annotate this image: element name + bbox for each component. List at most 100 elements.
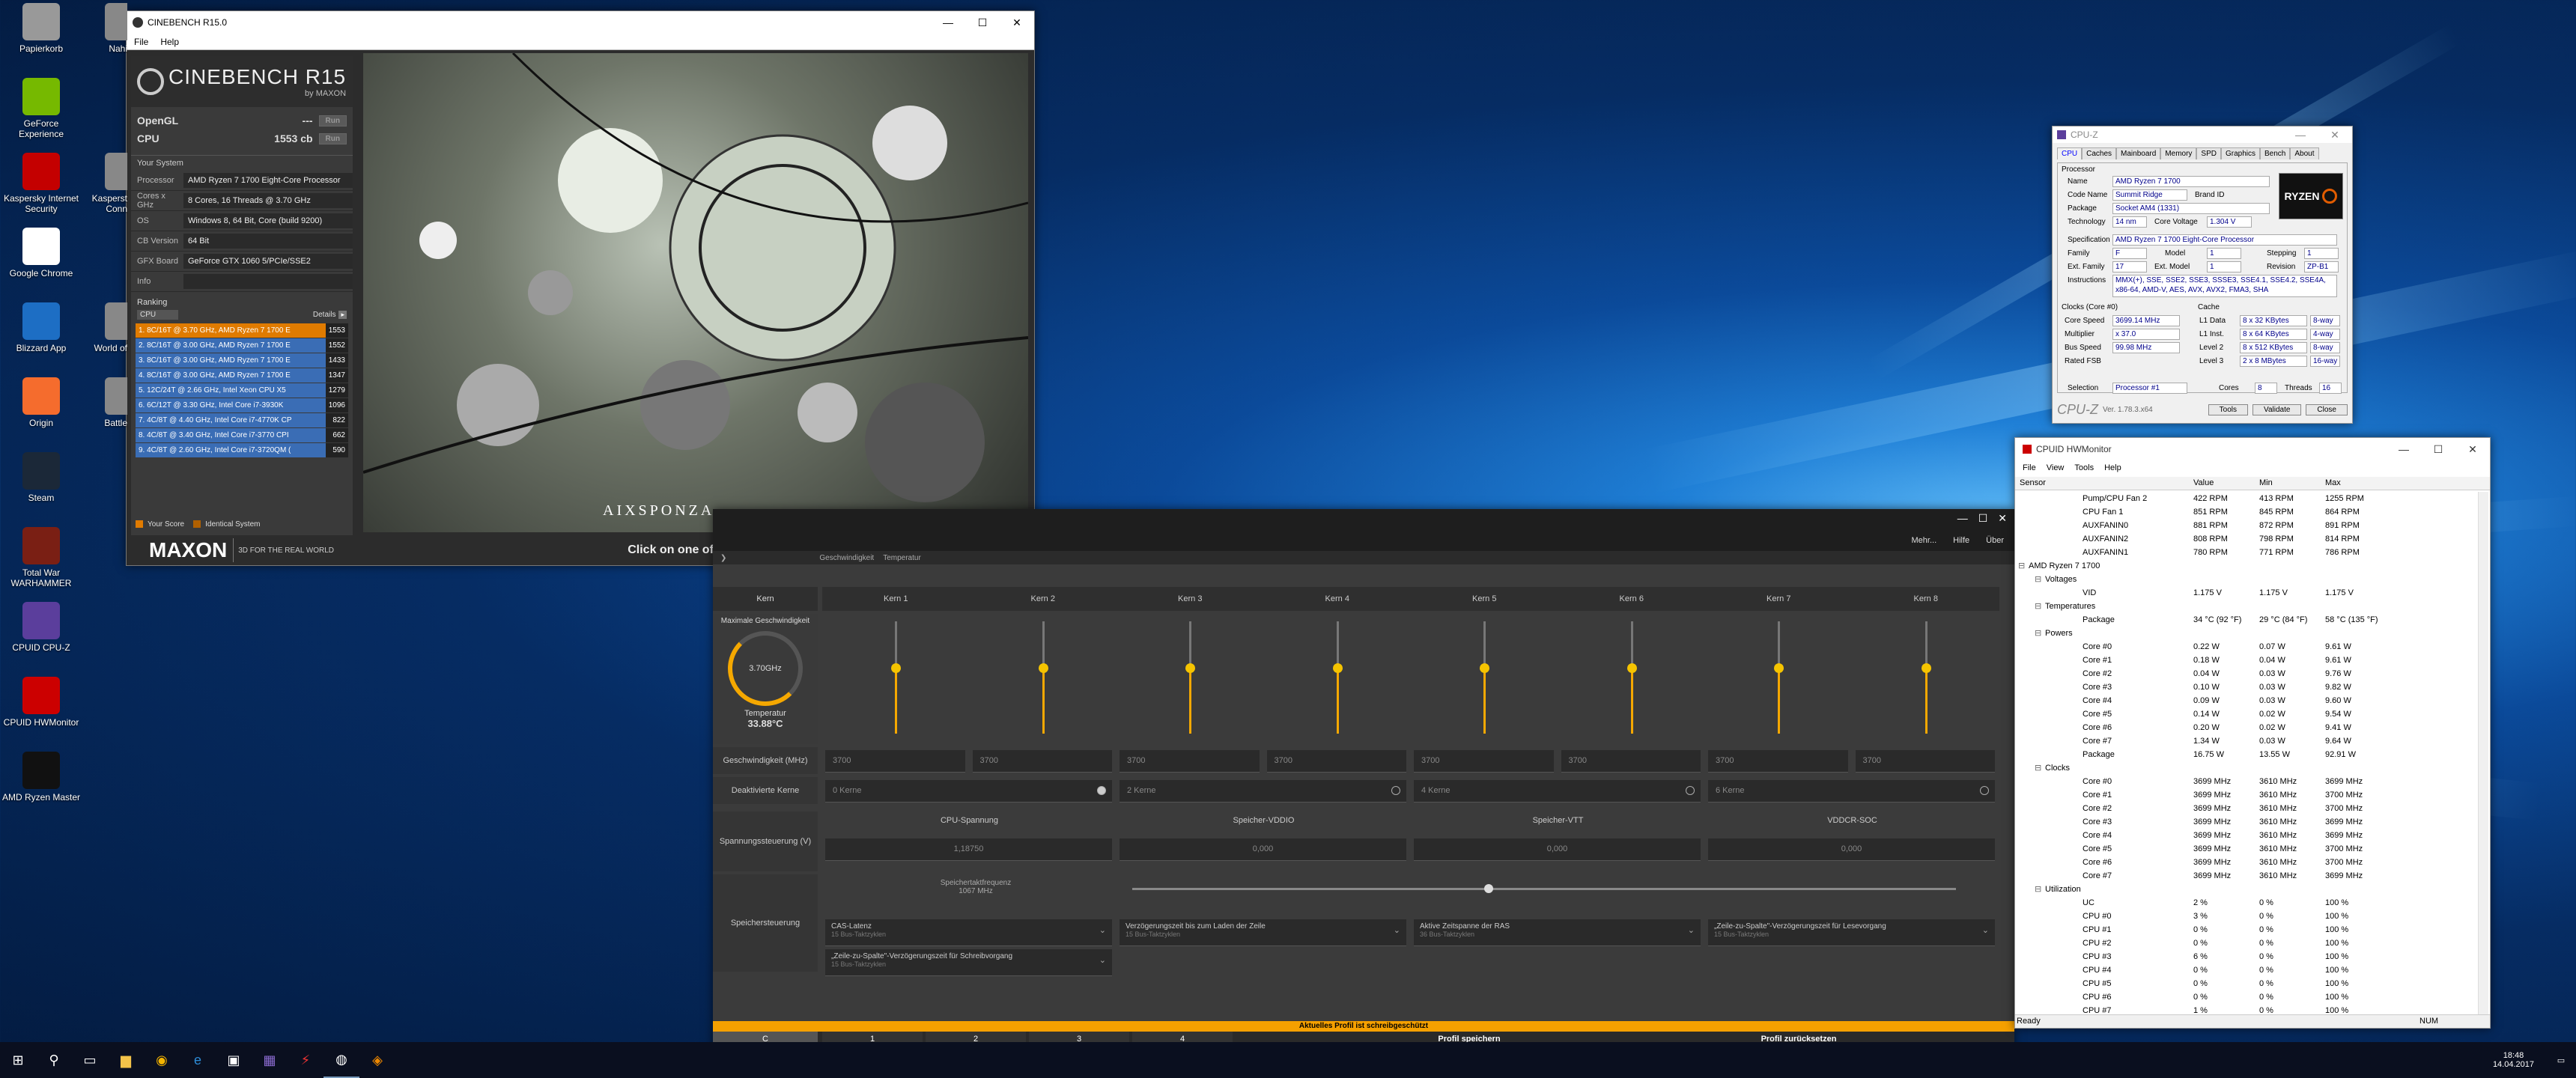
ryzen-master-window[interactable]: — ☐ ✕ Mehr... Hilfe Über ❯ Geschwindigkeit… [713, 509, 2014, 1059]
notification-icon[interactable]: ▭ [2546, 1056, 2576, 1065]
desktop-icon[interactable]: Total War WARHAMMER [0, 527, 82, 588]
maximize-icon[interactable]: ☐ [2421, 443, 2455, 456]
desktop-icon[interactable]: Google Chrome [0, 228, 82, 278]
tab-graphics[interactable]: Graphics [2220, 147, 2260, 159]
sensor-row[interactable]: Core #4 0.09 W 0.03 W 9.60 W [2015, 694, 2479, 707]
sensor-row[interactable]: Core #2 0.04 W 0.03 W 9.76 W [2015, 667, 2479, 680]
desktop-icon[interactable]: Blizzard App [0, 302, 82, 353]
col-sensor[interactable]: Sensor [2020, 478, 2046, 487]
core-speed-slider[interactable] [1185, 621, 1196, 734]
core-speed-input[interactable]: 3700 [1708, 750, 1848, 773]
slider-knob[interactable] [1480, 663, 1490, 673]
minimize-icon[interactable]: — [2283, 129, 2318, 141]
memory-timing-select[interactable]: Verzögerungszeit bis zum Laden der Zeile… [1120, 919, 1406, 946]
desktop-icon[interactable]: Battle [82, 377, 127, 428]
chevron-down-icon[interactable]: ⌄ [1099, 925, 1106, 935]
sensor-row[interactable]: Core #1 3699 MHz 3610 MHz 3700 MHz [2015, 788, 2479, 802]
tab-spd[interactable]: SPD [2196, 147, 2221, 159]
details-button[interactable]: Details [313, 311, 336, 319]
sensor-row[interactable]: Package 16.75 W 13.55 W 92.91 W [2015, 748, 2479, 761]
sensor-row[interactable]: Core #4 3699 MHz 3610 MHz 3699 MHz [2015, 829, 2479, 842]
slider-knob[interactable] [1921, 663, 1931, 673]
core-speed-slider[interactable] [1480, 621, 1490, 734]
tree-toggle-icon[interactable]: ⊟ [2035, 627, 2041, 640]
sensor-row[interactable]: ⊟ Temperatures [2015, 600, 2479, 613]
desktop-icon[interactable]: CPUID HWMonitor [0, 677, 82, 728]
more-link[interactable]: Mehr... [1912, 536, 1937, 545]
slider-knob[interactable] [1332, 663, 1343, 673]
ranking-row[interactable]: 6. 6C/12T @ 3.30 GHz, Intel Core i7-3930… [136, 398, 348, 412]
explorer-icon[interactable]: ▆ [108, 1042, 144, 1078]
sensor-row[interactable]: VID 1.175 V 1.175 V 1.175 V [2015, 586, 2479, 600]
close-icon[interactable]: ✕ [2455, 443, 2490, 456]
memory-timing-select[interactable]: Aktive Zeitspanne der RAS 36 Bus-Taktzykl… [1414, 919, 1701, 946]
ranking-row[interactable]: 2. 8C/16T @ 3.00 GHz, AMD Ryzen 7 1700 E… [136, 338, 348, 353]
disabled-cores-option[interactable]: 0 Kerne [825, 780, 1112, 803]
sensor-row[interactable]: Core #7 3699 MHz 3610 MHz 3699 MHz [2015, 869, 2479, 883]
memory-clock-slider[interactable] [1132, 884, 1956, 893]
cpuz-titlebar[interactable]: CPU-Z — ✕ [2053, 127, 2352, 143]
memory-timing-select[interactable]: CAS-Latenz 15 Bus-Taktzyklen ⌄ [825, 919, 1112, 946]
core-speed-input[interactable]: 3700 [1266, 750, 1406, 773]
desktop-icon[interactable]: Kaspersky Internet Security [0, 153, 82, 214]
sensor-row[interactable]: ⊟ Utilization [2015, 883, 2479, 896]
sensor-row[interactable]: CPU #7 1 % 0 % 100 % [2015, 1004, 2479, 1014]
memory-timing-select[interactable]: „Zeile-zu-Spalte"-Verzögerungszeit für L… [1708, 919, 1995, 946]
start-windows-icon[interactable]: ⊞ [0, 1042, 36, 1078]
maximize-icon[interactable]: ☐ [965, 16, 1000, 29]
menu-file[interactable]: File [134, 37, 148, 47]
sensor-row[interactable]: Package 34 °C (92 °F) 29 °C (84 °F) 58 °C (… [2015, 613, 2479, 627]
sensor-row[interactable]: ⊟ AMD Ryzen 7 1700 [2015, 559, 2479, 573]
sensor-row[interactable]: CPU #6 0 % 0 % 100 % [2015, 990, 2479, 1004]
col-min[interactable]: Min [2259, 478, 2273, 487]
close-button[interactable]: Close [2306, 404, 2348, 415]
menu-tools[interactable]: Tools [2074, 463, 2094, 472]
core-speed-input[interactable]: 3700 [1561, 750, 1701, 773]
minimize-icon[interactable]: — [2387, 443, 2421, 455]
desktop-icon[interactable]: Steam [0, 452, 82, 503]
chevron-down-icon[interactable]: ⌄ [1099, 955, 1106, 965]
store-icon[interactable]: ▣ [216, 1042, 252, 1078]
sensor-row[interactable]: Core #6 0.20 W 0.02 W 9.41 W [2015, 721, 2479, 734]
desktop-icon[interactable]: CPUID CPU-Z [0, 602, 82, 653]
ranking-row[interactable]: 5. 12C/24T @ 2.66 GHz, Intel Xeon CPU X5… [136, 383, 348, 398]
core-speed-input[interactable]: 3700 [825, 750, 965, 773]
sensor-row[interactable]: CPU #5 0 % 0 % 100 % [2015, 977, 2479, 990]
tab-speed[interactable]: Geschwindigkeit [819, 554, 874, 562]
sensor-row[interactable]: AUXFANIN0 881 RPM 872 RPM 891 RPM [2015, 519, 2479, 532]
tree-toggle-icon[interactable]: ⊟ [2018, 559, 2025, 573]
cinebench-window[interactable]: CINEBENCH R15.0 — ☐ ✕ File Help CINEBENC… [126, 10, 1035, 566]
tab-caches[interactable]: Caches [2082, 147, 2117, 159]
core-speed-slider[interactable] [891, 621, 902, 734]
tab-cpu[interactable]: CPU [2057, 147, 2083, 159]
disabled-cores-option[interactable]: 2 Kerne [1120, 780, 1406, 803]
ranking-row[interactable]: 4. 8C/16T @ 3.00 GHz, AMD Ryzen 7 1700 E… [136, 368, 348, 383]
validate-button[interactable]: Validate [2253, 404, 2302, 415]
menu-file[interactable]: File [2023, 463, 2036, 472]
core-speed-slider[interactable] [1332, 621, 1343, 734]
ranking-row[interactable]: 8. 4C/8T @ 3.40 GHz, Intel Core i7-3770 … [136, 428, 348, 442]
sensor-row[interactable]: Core #0 3699 MHz 3610 MHz 3699 MHz [2015, 775, 2479, 788]
radio-icon[interactable] [1980, 786, 1989, 795]
sensor-row[interactable]: Core #2 3699 MHz 3610 MHz 3700 MHz [2015, 802, 2479, 815]
tree-toggle-icon[interactable]: ⊟ [2035, 883, 2041, 896]
voltage-input[interactable]: 1,18750 [825, 838, 1112, 861]
sensor-row[interactable]: Core #5 3699 MHz 3610 MHz 3700 MHz [2015, 842, 2479, 856]
chevron-down-icon[interactable]: ⌄ [1688, 925, 1695, 935]
sensor-row[interactable]: Core #0 0.22 W 0.07 W 9.61 W [2015, 640, 2479, 654]
menu-view[interactable]: View [2047, 463, 2065, 472]
sensor-row[interactable]: ⊟ Voltages [2015, 573, 2479, 586]
core-speed-input[interactable]: 3700 [1414, 750, 1554, 773]
ranking-row[interactable]: 3. 8C/16T @ 3.00 GHz, AMD Ryzen 7 1700 E… [136, 353, 348, 368]
hwmonitor-taskbar-icon[interactable]: ⚡ [288, 1042, 323, 1078]
cpu-run-button[interactable]: Run [318, 133, 347, 144]
radio-icon[interactable] [1391, 786, 1400, 795]
search-icon[interactable]: ⚲ [36, 1042, 72, 1078]
sensor-row[interactable]: CPU #4 0 % 0 % 100 % [2015, 963, 2479, 977]
scrollbar[interactable] [2478, 492, 2488, 1014]
cinebench-taskbar-icon[interactable]: ◍ [323, 1042, 359, 1078]
sensor-row[interactable]: AUXFANIN1 780 RPM 771 RPM 786 RPM [2015, 546, 2479, 559]
slider-knob[interactable] [891, 663, 902, 673]
sensor-row[interactable]: ⊟ Clocks [2015, 761, 2479, 775]
sensor-row[interactable]: CPU #3 6 % 0 % 100 % [2015, 950, 2479, 963]
